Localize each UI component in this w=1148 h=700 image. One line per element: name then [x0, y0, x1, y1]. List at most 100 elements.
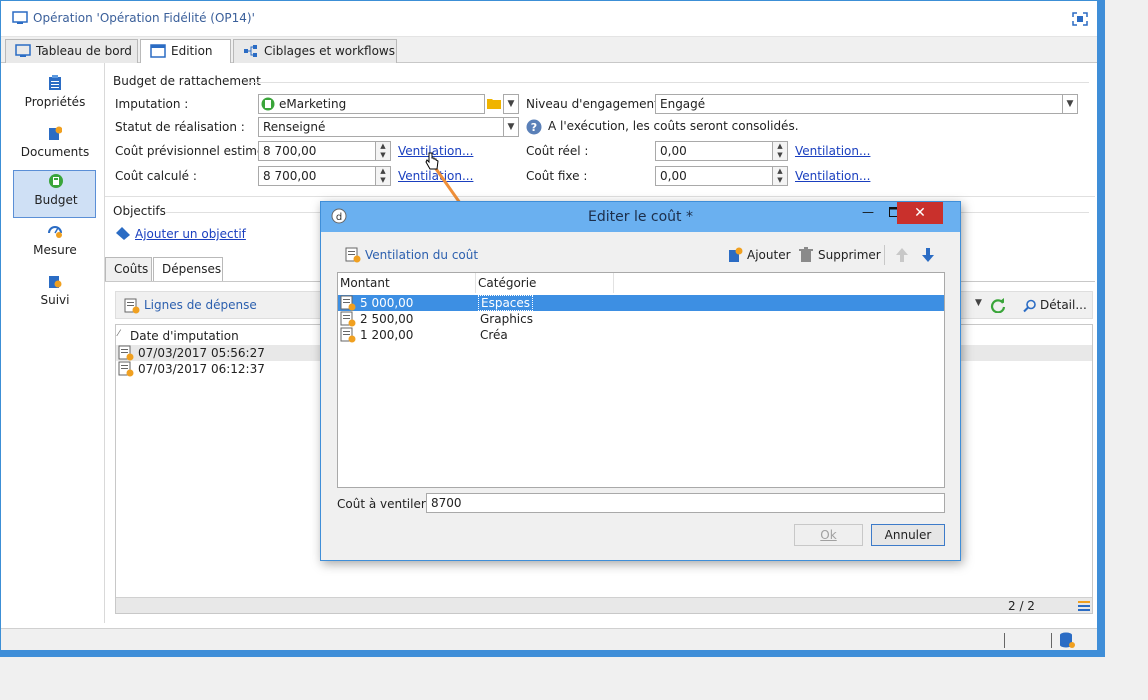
add-button[interactable]: Ajouter — [747, 248, 791, 262]
column-label: Montant — [340, 276, 390, 290]
add-icon[interactable] — [727, 247, 743, 263]
detail-button[interactable]: Détail... — [1040, 298, 1087, 312]
top-tabs: Tableau de bord Edition Ciblages et work… — [1, 37, 1098, 64]
statut-select[interactable]: Renseigné — [258, 117, 504, 137]
separator — [1004, 633, 1005, 648]
cout-a-ventiler-value: 8700 — [431, 496, 462, 510]
ventilation-link-reel[interactable]: Ventilation... — [795, 144, 870, 158]
cout-fixe-stepper[interactable]: ▲ ▼ — [772, 166, 788, 186]
engagement-select[interactable]: Engagé — [655, 94, 1064, 114]
budget-icon — [261, 97, 275, 111]
imputation-field[interactable]: eMarketing — [258, 94, 485, 114]
ok-button[interactable]: Ok — [794, 524, 863, 546]
cout-calcule-field[interactable]: 8 700,00 — [258, 166, 376, 186]
tab-depenses[interactable]: Dépenses — [153, 257, 223, 281]
nav-label: Propriétés — [24, 95, 86, 109]
engagement-label: Niveau d'engagement : — [526, 97, 667, 111]
close-button[interactable]: ✕ — [897, 202, 943, 224]
delete-button[interactable]: Supprimer — [818, 248, 881, 262]
statut-label: Statut de réalisation : — [115, 120, 245, 134]
arrow-up-icon[interactable] — [895, 247, 909, 263]
info-text: A l'exécution, les coûts seront consolid… — [548, 119, 799, 133]
engagement-value: Engagé — [660, 97, 706, 111]
cout-fixe-value: 0,00 — [660, 169, 687, 183]
cout-reel-label: Coût réel : — [526, 144, 589, 158]
menu-icon[interactable] — [1078, 601, 1090, 611]
row-montant: 5 000,00 — [360, 296, 414, 310]
expense-icon — [118, 361, 134, 377]
row-date: 07/03/2017 05:56:27 — [138, 346, 265, 360]
chevron-down-icon[interactable]: ▼ — [975, 298, 982, 308]
cost-line-icon — [340, 311, 356, 327]
cout-reel-stepper[interactable]: ▲ ▼ — [772, 141, 788, 161]
minimize-icon[interactable]: — — [855, 205, 881, 223]
cout-fixe-label: Coût fixe : — [526, 169, 588, 183]
nav-suivi[interactable]: Suivi — [13, 271, 97, 319]
row-montant: 2 500,00 — [360, 312, 414, 326]
close-icon: ✕ — [914, 205, 926, 221]
cost-line-icon — [340, 327, 356, 343]
statut-dropdown[interactable]: ▼ — [503, 117, 519, 137]
add-objective-link[interactable]: Ajouter un objectif — [135, 227, 246, 241]
tab-edition[interactable]: Edition — [140, 39, 231, 64]
table-row[interactable]: 2 500,00 Graphics — [338, 311, 944, 327]
cout-previsionnel-stepper[interactable]: ▲ ▼ — [375, 141, 391, 161]
cout-fixe-field[interactable]: 0,00 — [655, 166, 773, 186]
nav-mesure[interactable]: Mesure — [13, 221, 97, 269]
expense-lines-icon — [124, 298, 140, 314]
cout-calcule-label: Coût calculé : — [115, 169, 197, 183]
section-budget-title: Budget de rattachement — [113, 74, 261, 88]
dialog-title-bar: d Editer le coût * — ✕ — [321, 202, 960, 232]
tracking-icon — [49, 276, 62, 288]
expense-lines-label: Lignes de dépense — [144, 298, 257, 312]
maximize-icon[interactable] — [1072, 12, 1088, 26]
dashboard-icon — [15, 44, 31, 57]
nav-proprietes[interactable]: Propriétés — [13, 73, 97, 121]
folder-icon[interactable] — [487, 97, 501, 109]
nav-budget[interactable]: Budget — [13, 170, 96, 218]
ventilation-link-fixe[interactable]: Ventilation... — [795, 169, 870, 183]
search-icon[interactable] — [1023, 299, 1037, 313]
expense-icon — [118, 345, 134, 361]
dialog-body: Ventilation du coût Ajouter Supprimer Mo… — [327, 232, 954, 556]
refresh-icon[interactable] — [990, 297, 1006, 313]
tab-tableau-de-bord[interactable]: Tableau de bord — [5, 39, 138, 63]
cout-a-ventiler-field[interactable]: 8700 — [426, 493, 945, 513]
cout-a-ventiler-label: Coût à ventiler : — [337, 497, 434, 511]
cout-calcule-value: 8 700,00 — [263, 169, 317, 183]
objective-icon — [116, 227, 130, 240]
pager-bar: 2 / 2 — [116, 597, 1092, 613]
column-header-categorie[interactable]: Catégorie — [476, 273, 614, 293]
table-row[interactable]: 5 000,00 Espaces — [338, 295, 944, 311]
nav-label: Documents — [20, 145, 90, 159]
svg-text:?: ? — [531, 121, 537, 134]
database-icon[interactable] — [1059, 632, 1075, 648]
table-row[interactable]: 1 200,00 Créa — [338, 327, 944, 343]
cancel-button[interactable]: Annuler — [871, 524, 945, 546]
column-header-date[interactable]: Date d'imputation — [130, 329, 239, 343]
cout-previsionnel-field[interactable]: 8 700,00 — [258, 141, 376, 161]
nav-documents[interactable]: Documents — [13, 123, 97, 171]
imputation-dropdown[interactable]: ▼ — [503, 94, 519, 114]
trash-icon[interactable] — [799, 247, 813, 263]
arrow-down-icon[interactable] — [921, 247, 935, 263]
tab-label: Tableau de bord — [36, 44, 132, 58]
tab-label: Dépenses — [162, 262, 222, 276]
cout-reel-field[interactable]: 0,00 — [655, 141, 773, 161]
pager-text: 2 / 2 — [1008, 599, 1035, 613]
column-header-montant[interactable]: Montant — [338, 273, 476, 293]
left-navigation: Propriétés Documents Budget Mesure Suivi — [5, 63, 97, 623]
workflow-icon — [244, 45, 257, 57]
tab-couts[interactable]: Coûts — [105, 257, 152, 281]
engagement-dropdown[interactable]: ▼ — [1062, 94, 1078, 114]
cout-calcule-stepper[interactable]: ▲ ▼ — [375, 166, 391, 186]
edit-cost-dialog: d Editer le coût * — ✕ Ventilation du co… — [320, 201, 961, 561]
ok-label: Ok — [820, 528, 837, 542]
row-date: 07/03/2017 06:12:37 — [138, 362, 265, 376]
tab-ciblages-workflows[interactable]: Ciblages et workflows — [233, 39, 397, 63]
properties-icon — [49, 75, 61, 90]
nav-label: Budget — [34, 193, 78, 207]
column-label: Catégorie — [478, 276, 537, 290]
dialog-toolbar: Ventilation du coût Ajouter Supprimer — [337, 242, 945, 268]
window-border — [1097, 0, 1105, 657]
